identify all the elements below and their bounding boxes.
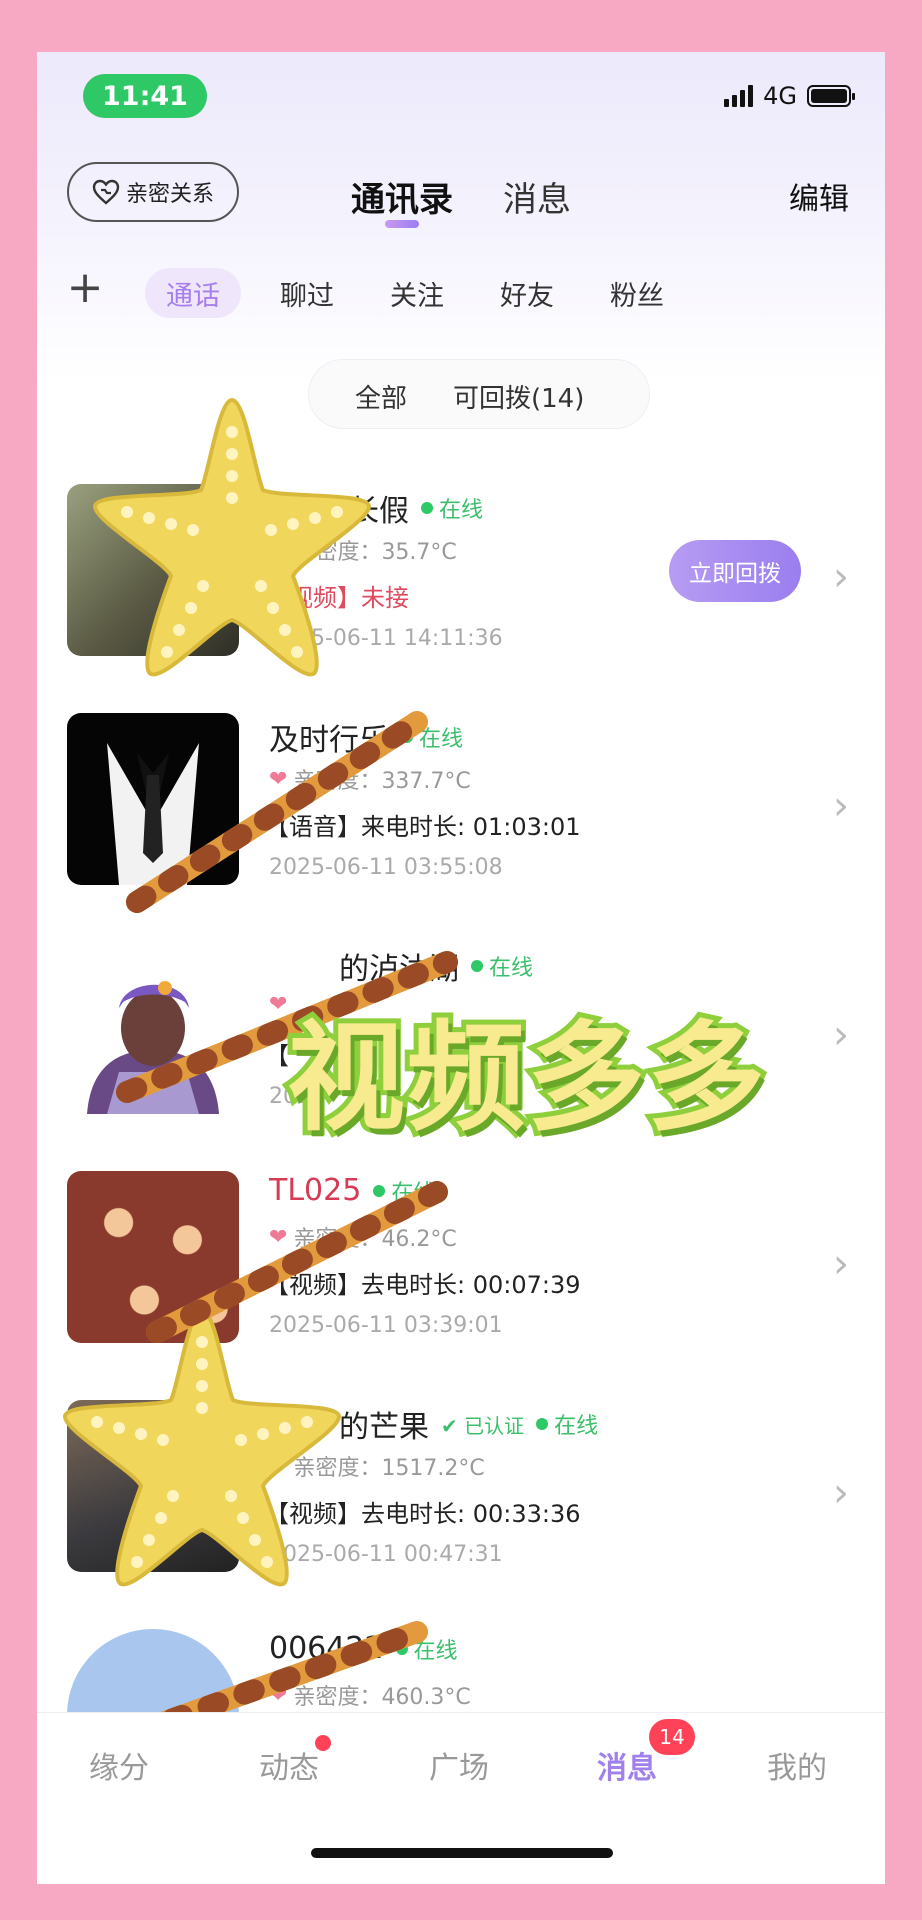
list-item[interactable]: 的芒果 ✔ 已认证 在线 ❤ 亲密度：1517.2°C 【视频】去电时长: 00:… [37,1400,885,1629]
heart-icon: ❤ [269,537,288,563]
heart-icon: ❤ [269,1224,288,1250]
name-line: TL025 在线 [269,1173,435,1208]
avatar [67,1400,239,1572]
contact-name: 的泸沽湖 [339,952,459,987]
heart-icon: ❤ [269,1682,288,1708]
avatar [67,942,239,1114]
edit-button[interactable]: 编辑 [789,174,849,218]
name-line: 及时行乐 在线 [269,715,463,759]
home-indicator[interactable] [311,1848,613,1858]
intimacy-button-label: 亲密关系 [125,182,214,207]
online-status: 在线 [395,1633,458,1665]
call-record: 【语音】来电时长: 01:03:01 [265,813,581,841]
chevron-right-icon: › [833,783,849,829]
intimacy-value: ❤ 亲密度：1517.2°C [269,1453,485,1482]
contact-name: 006422 [269,1631,384,1666]
call-time: 2025-06-11 03:55:08 [269,855,503,880]
tabbar-item-messages[interactable]: 消息 [597,1743,657,1787]
heart-icon: ❤ [269,1453,288,1479]
tabbar-item-fate[interactable]: 缘分 [89,1743,149,1787]
online-dot-icon [421,502,433,514]
verified-badge: ✔ 已认证 [441,1413,525,1438]
online-status: 在线 [401,721,463,753]
filter-tab-friends[interactable]: 好友 [489,268,565,318]
online-dot-icon [401,731,413,743]
list-item[interactable]: 及时行乐 在线 ❤ 亲密度：337.7°C 【语音】来电时长: 01:03:01 … [37,713,885,942]
bottom-tab-bar: 缘分 动态 广场 消息 14 我的 [37,1712,885,1884]
call-filter-segment: 全部 可回拨(14) [309,360,649,428]
unread-count-badge: 14 [649,1719,695,1755]
filter-tab-chatted[interactable]: 聊过 [269,268,345,318]
contact-name: 长假 [349,494,409,529]
call-time: 2025-06-11 14:11:36 [269,626,503,651]
tab-messages[interactable]: 消息 [503,172,571,221]
tab-active-indicator [385,220,419,228]
intimacy-value: ❤ [269,992,293,1017]
call-record: 【视频】未接 [265,584,409,612]
online-dot-icon [471,960,483,972]
avatar [67,713,239,885]
segment-callback[interactable]: 可回拨(14) [453,378,584,415]
contact-name: 及时行乐 [269,723,389,758]
online-status: 在线 [471,950,533,982]
list-item[interactable]: 的泸沽湖 在线 ❤ 【 202 › [37,942,885,1171]
call-time: 2025-06-11 00:47:31 [269,1542,503,1567]
online-status: 在线 [536,1408,598,1440]
heart-icon: ❤ [269,992,288,1017]
intimacy-value: ❤ 亲密度：46.2°C [269,1224,457,1253]
online-dot-icon [536,1418,549,1430]
tabbar-item-mine[interactable]: 我的 [767,1743,827,1787]
online-dot-icon [395,1642,408,1655]
name-line: 的泸沽湖 在线 [269,944,533,988]
name-line: 的芒果 ✔ 已认证 在线 [269,1402,598,1446]
network-label: 4G [763,82,797,110]
status-icons: 4G [724,82,855,110]
intimacy-relation-button[interactable]: 亲密关系 [67,162,239,222]
online-status: 在线 [373,1175,435,1207]
tab-contacts[interactable]: 通讯录 [351,172,453,221]
name-line: 长假 在线 [269,486,483,530]
status-time: 11:41 [83,74,207,118]
filter-tab-fans[interactable]: 粉丝 [599,268,675,318]
suit-illustration [107,743,199,885]
filter-tab-following[interactable]: 关注 [379,268,455,318]
call-time: 202 [269,1084,311,1109]
online-dot-icon [373,1184,386,1197]
unread-dot [315,1735,331,1751]
cartoon-person-illustration [87,981,219,1114]
avatar [67,1171,239,1343]
tabbar-item-square[interactable]: 广场 [429,1743,489,1787]
call-record: 【 [265,1042,289,1070]
call-time: 2025-06-11 03:39:01 [269,1313,503,1338]
call-record: 【视频】去电时长: 00:07:39 [265,1271,581,1299]
contact-name: 的芒果 [339,1410,429,1445]
call-record: 【视频】去电时长: 00:33:36 [265,1500,581,1528]
intimacy-value: ❤ 亲密度：337.7°C [269,766,471,795]
heart-link-icon [92,179,120,205]
list-item[interactable]: 长假 在线 ❤ 亲密度：35.7°C 【视频】未接 2025-06-11 14:1… [37,484,885,713]
signal-icon [724,85,754,107]
add-icon[interactable]: + [65,266,105,310]
intimacy-value: ❤ 亲密度：460.3°C [269,1682,471,1711]
battery-icon [807,85,855,107]
chevron-right-icon: › [833,554,849,600]
callback-button[interactable]: 立即回拨 [669,540,801,602]
intimacy-value: ❤ 亲密度：35.7°C [269,537,457,566]
name-line: 006422 在线 [269,1631,458,1666]
online-status: 在线 [421,492,483,524]
heart-icon: ❤ [269,766,288,792]
filter-tab-calls[interactable]: 通话 [145,268,241,318]
avatar [67,484,239,656]
contact-name: TL025 [269,1173,362,1208]
phone-screen: 11:41 4G 亲密关系 通讯录 消息 编辑 + 通话 聊过 关注 好友 粉丝… [37,52,885,1884]
segment-all[interactable]: 全部 [355,378,407,415]
chevron-right-icon: › [833,1012,849,1058]
tabbar-item-moments[interactable]: 动态 [259,1743,319,1787]
list-item[interactable]: TL025 在线 ❤ 亲密度：46.2°C 【视频】去电时长: 00:07:39 … [37,1171,885,1400]
chevron-right-icon: › [833,1241,849,1287]
chevron-right-icon: › [833,1470,849,1516]
